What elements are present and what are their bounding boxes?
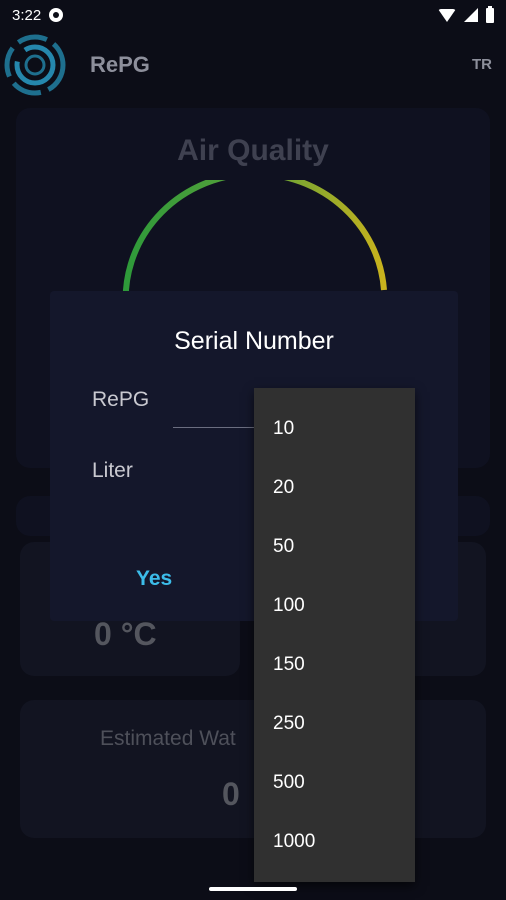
language-button[interactable]: TR: [472, 56, 492, 73]
estimated-water-value: 0: [222, 776, 240, 812]
app-bar: RePG TR: [0, 30, 506, 100]
repg-label: RePG: [92, 388, 150, 411]
app-title: RePG: [90, 52, 150, 77]
gesture-nav-handle[interactable]: [209, 887, 297, 891]
cell-signal-icon: [464, 8, 478, 22]
menu-item-150[interactable]: 150: [273, 654, 305, 676]
repg-logo-icon: [4, 34, 66, 96]
menu-item-500[interactable]: 500: [273, 772, 305, 794]
dialog-title: Serial Number: [174, 327, 334, 355]
battery-icon: [486, 5, 494, 23]
status-bar: 3:22: [0, 0, 506, 30]
menu-item-250[interactable]: 250: [273, 713, 305, 735]
repg-input[interactable]: [173, 427, 263, 428]
menu-item-1000[interactable]: 1000: [273, 831, 315, 853]
menu-item-20[interactable]: 20: [273, 477, 294, 499]
estimated-water-card: [20, 700, 486, 838]
liter-dropdown-menu: 10 20 50 100 150 250 500 1000: [254, 388, 415, 882]
status-time: 3:22: [12, 6, 42, 24]
menu-item-100[interactable]: 100: [273, 595, 305, 617]
estimated-water-label: Estimated Wat: [100, 727, 236, 750]
temperature-value: 0 °C: [94, 616, 157, 652]
wifi-icon: [438, 8, 456, 22]
yes-button[interactable]: Yes: [136, 567, 172, 591]
menu-item-50[interactable]: 50: [273, 536, 294, 558]
air-quality-title: Air Quality: [177, 134, 329, 167]
menu-item-10[interactable]: 10: [273, 418, 294, 440]
status-icons: [438, 5, 494, 23]
notification-icon: [49, 8, 64, 22]
liter-label: Liter: [92, 459, 133, 482]
